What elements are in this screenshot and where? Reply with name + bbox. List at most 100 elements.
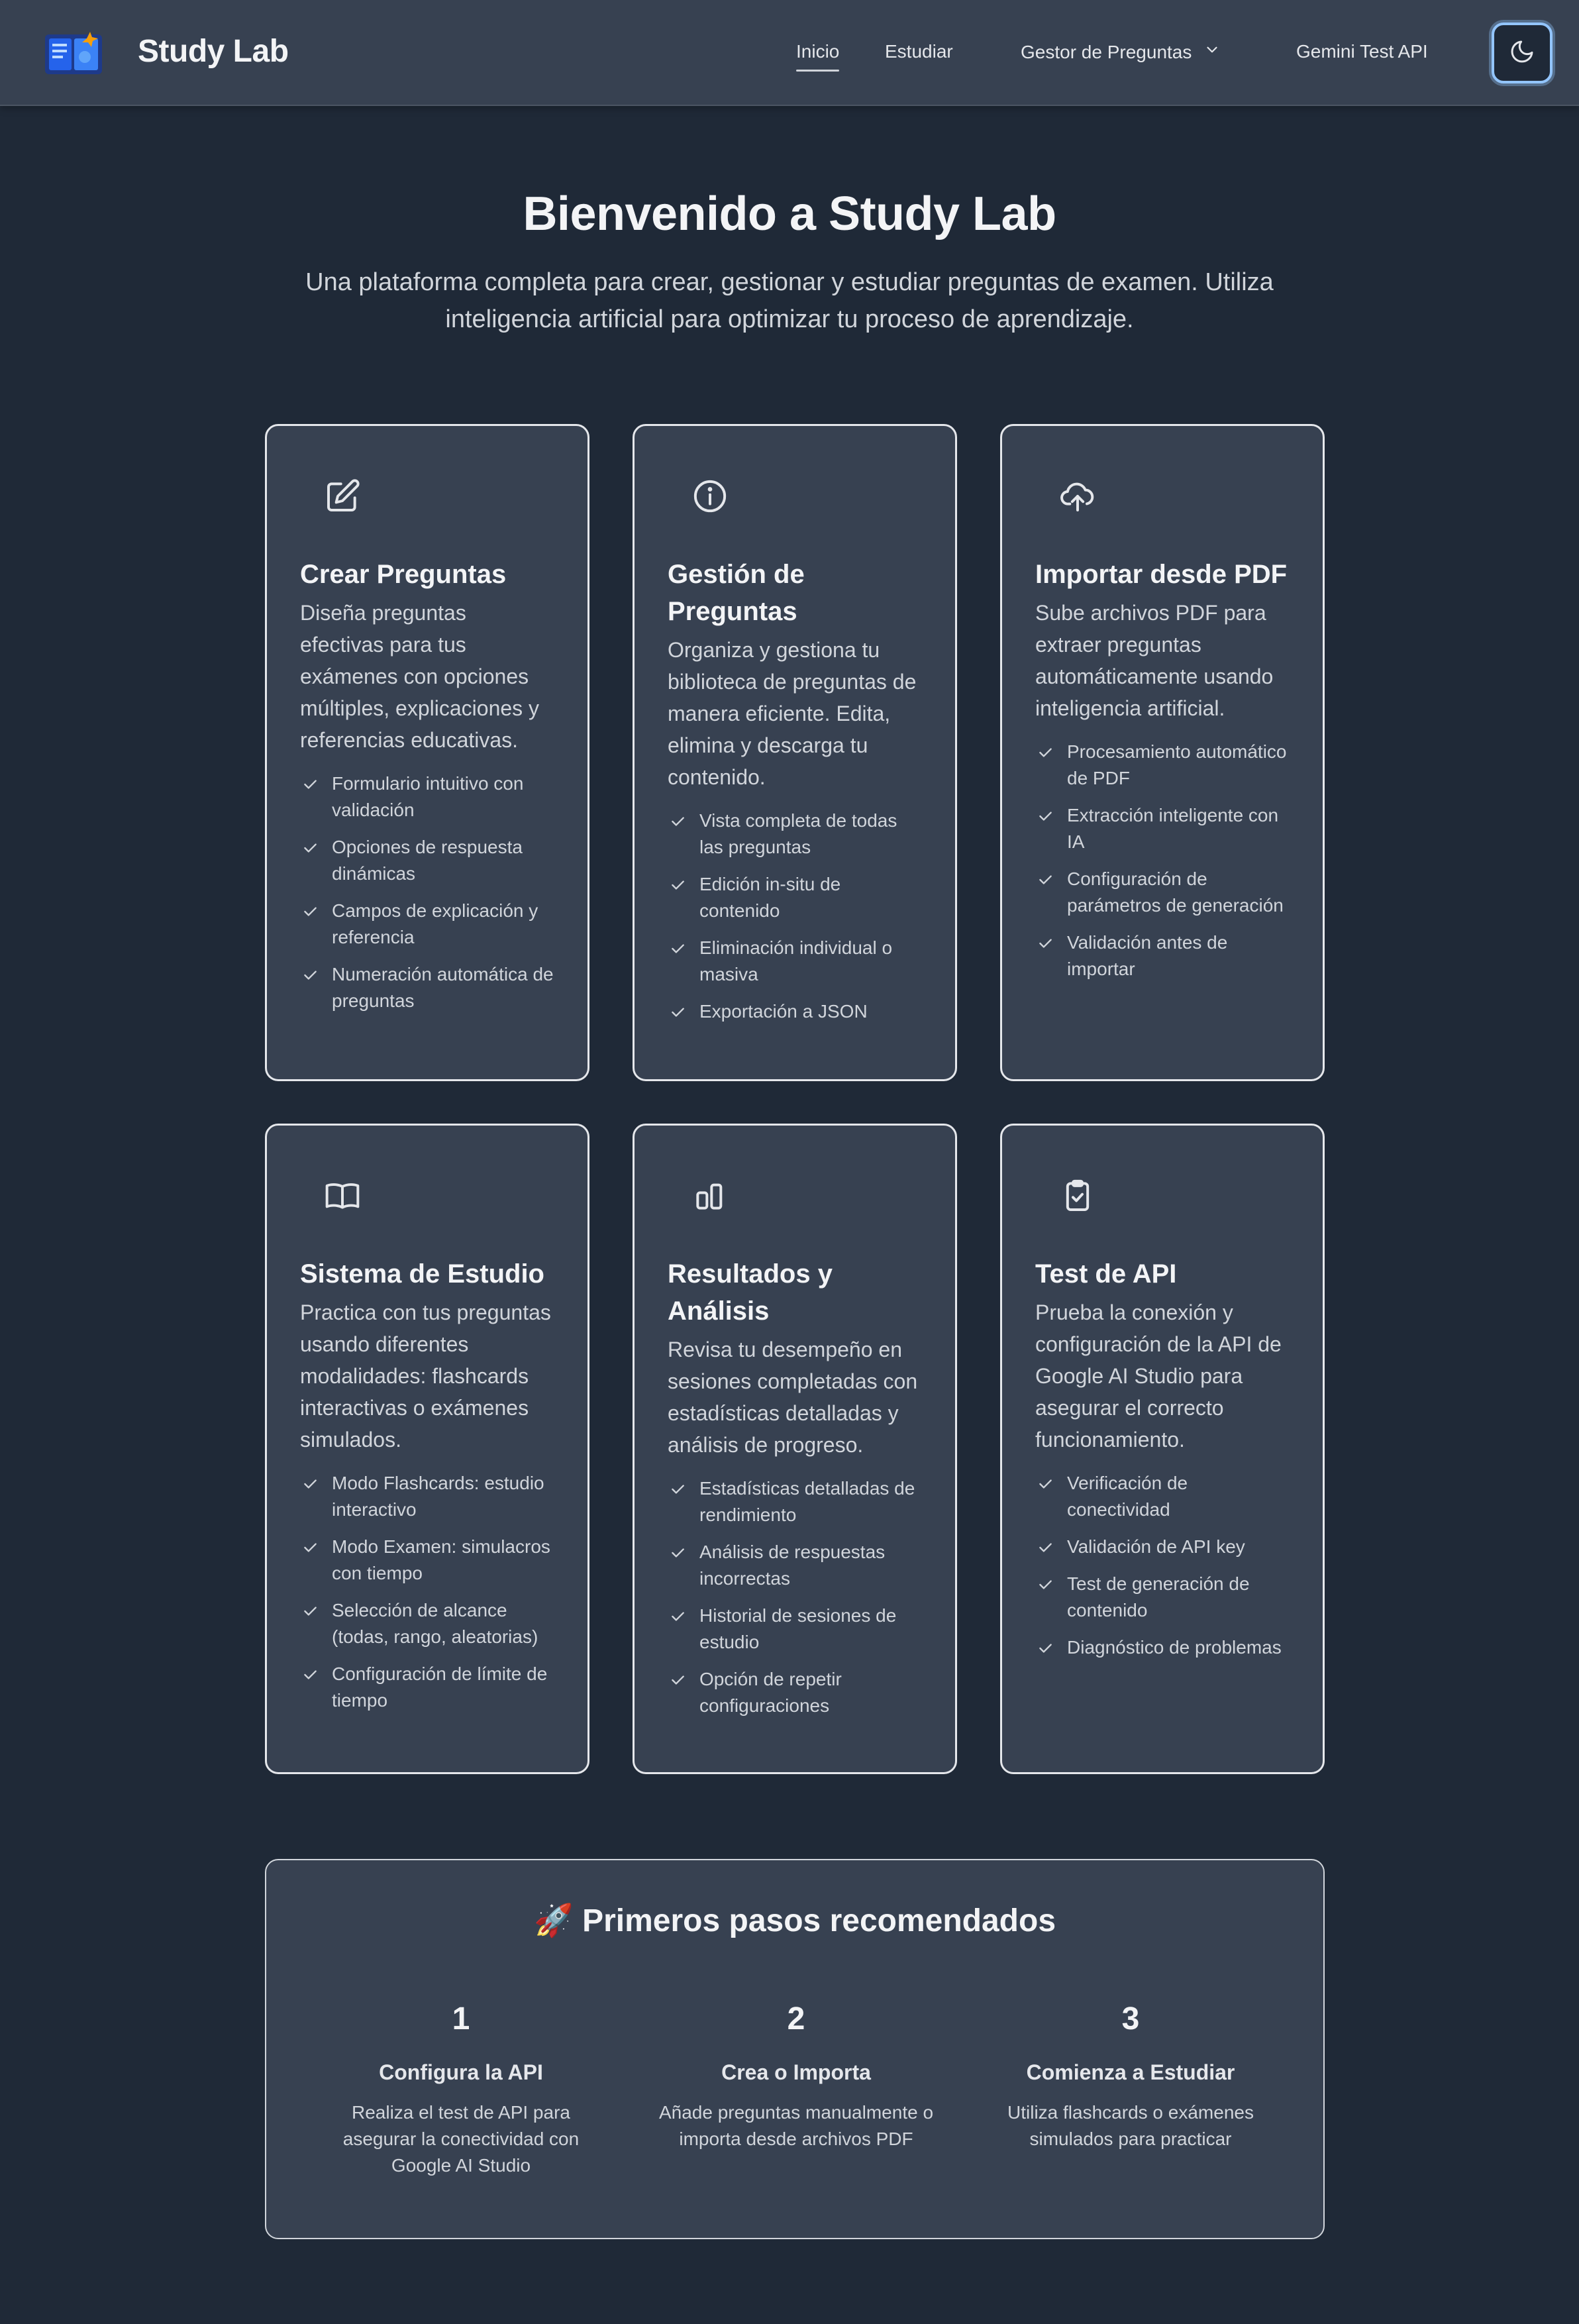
check-icon [672,880,684,890]
list-item: Selección de alcance (todas, rango, alea… [300,1597,554,1650]
list-item: Historial de sesiones de estudio [668,1603,922,1656]
top-navbar: Study Lab Inicio Estudiar Gestor de Preg… [0,0,1579,106]
list-item-text: Opciones de respuesta dinámicas [332,837,523,884]
check-icon [672,1675,684,1685]
check-icon [1039,748,1052,757]
check-icon [1039,875,1052,884]
list-item: Análisis de respuestas incorrectas [668,1539,922,1592]
list-item-text: Modo Flashcards: estudio interactivo [332,1473,544,1520]
feature-list: Verificación de conectividad Validación … [1035,1470,1290,1661]
card-title: Gestión de Preguntas [668,560,805,626]
check-icon [304,1543,317,1552]
list-item: Diagnóstico de problemas [1035,1634,1290,1661]
book-icon [324,1177,361,1214]
check-icon [672,944,684,953]
step-title: Crea o Importa [721,2060,871,2084]
card-title: Test de API [1035,1259,1177,1289]
list-item: Campos de explicación y referencia [300,898,554,951]
feature-list: Vista completa de todas las preguntas Ed… [668,808,922,1025]
card-title: Importar desde PDF [1035,560,1288,589]
nav-gestor-dropdown[interactable]: Gestor de Preguntas [1021,41,1221,63]
list-item-text: Exportación a JSON [699,1001,868,1022]
page-subtitle: Una plataforma completa para crear, gest… [305,268,1274,333]
chevron-down-icon [1203,41,1221,63]
list-item-text: Formulario intuitivo con validación [332,773,524,820]
check-icon [304,971,317,980]
step-title: Configura la API [379,2060,543,2084]
list-item: Edición in-situ de contenido [668,871,922,924]
list-item: Validación antes de importar [1035,929,1290,982]
list-item: Formulario intuitivo con validación [300,770,554,823]
first-steps-panel: 🚀 Primeros pasos recomendados 1 Configur… [265,1859,1325,2239]
list-item: Vista completa de todas las preguntas [668,808,922,861]
check-icon [672,1008,684,1017]
step-item-3: 3 Comienza a Estudiar Utiliza flashcards… [992,2001,1270,2152]
list-item-text: Edición in-situ de contenido [699,874,841,921]
list-item: Exportación a JSON [668,998,922,1025]
list-item: Numeración automática de preguntas [300,961,554,1014]
feature-card-gestion-preguntas[interactable]: Gestión de Preguntas Organiza y gestiona… [633,424,957,1081]
nav-gestor-label: Gestor de Preguntas [1021,41,1192,62]
feature-card-resultados-analisis[interactable]: Resultados y Análisis Revisa tu desempeñ… [633,1124,957,1774]
list-item-text: Estadísticas detalladas de rendimiento [699,1478,915,1525]
theme-toggle-button[interactable] [1492,23,1553,83]
list-item: Test de generación de contenido [1035,1571,1290,1624]
check-icon [1039,1479,1052,1489]
step-description: Añade preguntas manualmente o importa de… [658,2102,934,2149]
list-item: Configuración de parámetros de generació… [1035,866,1290,919]
step-number: 1 [452,2001,470,2036]
list-item-text: Vista completa de todas las preguntas [699,810,897,857]
feature-list: Estadísticas detalladas de rendimiento A… [668,1475,922,1719]
feature-card-test-api[interactable]: Test de API Prueba la conexión y configu… [1000,1124,1325,1774]
feature-card-sistema-estudio[interactable]: Sistema de Estudio Practica con tus preg… [265,1124,589,1774]
list-item: Eliminación individual o masiva [668,935,922,988]
list-item: Configuración de límite de tiempo [300,1661,554,1714]
list-item-text: Validación de API key [1067,1536,1245,1557]
step-number: 3 [1121,2001,1140,2036]
nav-gemini-test-api[interactable]: Gemini Test API [1296,41,1428,62]
check-icon [1039,1644,1052,1653]
list-item-text: Campos de explicación y referencia [332,900,538,947]
feature-card-crear-preguntas[interactable]: Crear Preguntas Diseña preguntas efectiv… [265,424,589,1081]
check-icon [304,1670,317,1679]
list-item-text: Verificación de conectividad [1067,1473,1188,1520]
moon-icon [1509,38,1535,68]
check-icon [304,843,317,853]
list-item-text: Numeración automática de preguntas [332,964,554,1011]
step-item-2: 2 Crea o Importa Añade preguntas manualm… [657,2001,935,2152]
list-item-text: Diagnóstico de problemas [1067,1637,1282,1658]
list-item-text: Extracción inteligente con IA [1067,805,1279,852]
list-item-text: Modo Examen: simulacros con tiempo [332,1536,550,1583]
check-icon [1039,1580,1052,1589]
check-icon [1039,1543,1052,1552]
list-item-text: Procesamiento automático de PDF [1067,741,1287,788]
brand-title[interactable]: Study Lab [138,33,289,70]
list-item-text: Análisis de respuestas incorrectas [699,1542,886,1589]
bar-chart-icon [691,1177,729,1214]
list-item-text: Opción de repetir configuraciones [699,1669,842,1716]
check-icon [1039,939,1052,948]
check-icon [304,780,317,789]
list-item-text: Validación antes de importar [1067,932,1228,979]
list-item: Verificación de conectividad [1035,1470,1290,1523]
feature-list: Modo Flashcards: estudio interactivo Mod… [300,1470,554,1714]
card-title: Crear Preguntas [300,560,507,589]
list-item: Validación de API key [1035,1534,1290,1560]
list-item-text: Historial de sesiones de estudio [699,1605,897,1652]
card-title: Sistema de Estudio [300,1259,544,1289]
feature-card-importar-pdf[interactable]: Importar desde PDF Sube archivos PDF par… [1000,424,1325,1081]
check-icon [672,817,684,826]
info-icon [691,478,729,515]
list-item: Modo Examen: simulacros con tiempo [300,1534,554,1587]
nav-inicio[interactable]: Inicio [796,41,840,72]
list-item-text: Eliminación individual o masiva [699,937,893,984]
step-description: Utiliza flashcards o exámenes simulados … [1007,2102,1254,2149]
list-item-text: Test de generación de contenido [1067,1573,1250,1620]
check-icon [672,1612,684,1621]
check-icon [304,907,317,916]
list-item: Extracción inteligente con IA [1035,802,1290,855]
nav-estudiar[interactable]: Estudiar [885,41,953,62]
step-number: 2 [787,2001,805,2036]
list-item: Opción de repetir configuraciones [668,1666,922,1719]
logo-icon[interactable] [44,29,103,76]
